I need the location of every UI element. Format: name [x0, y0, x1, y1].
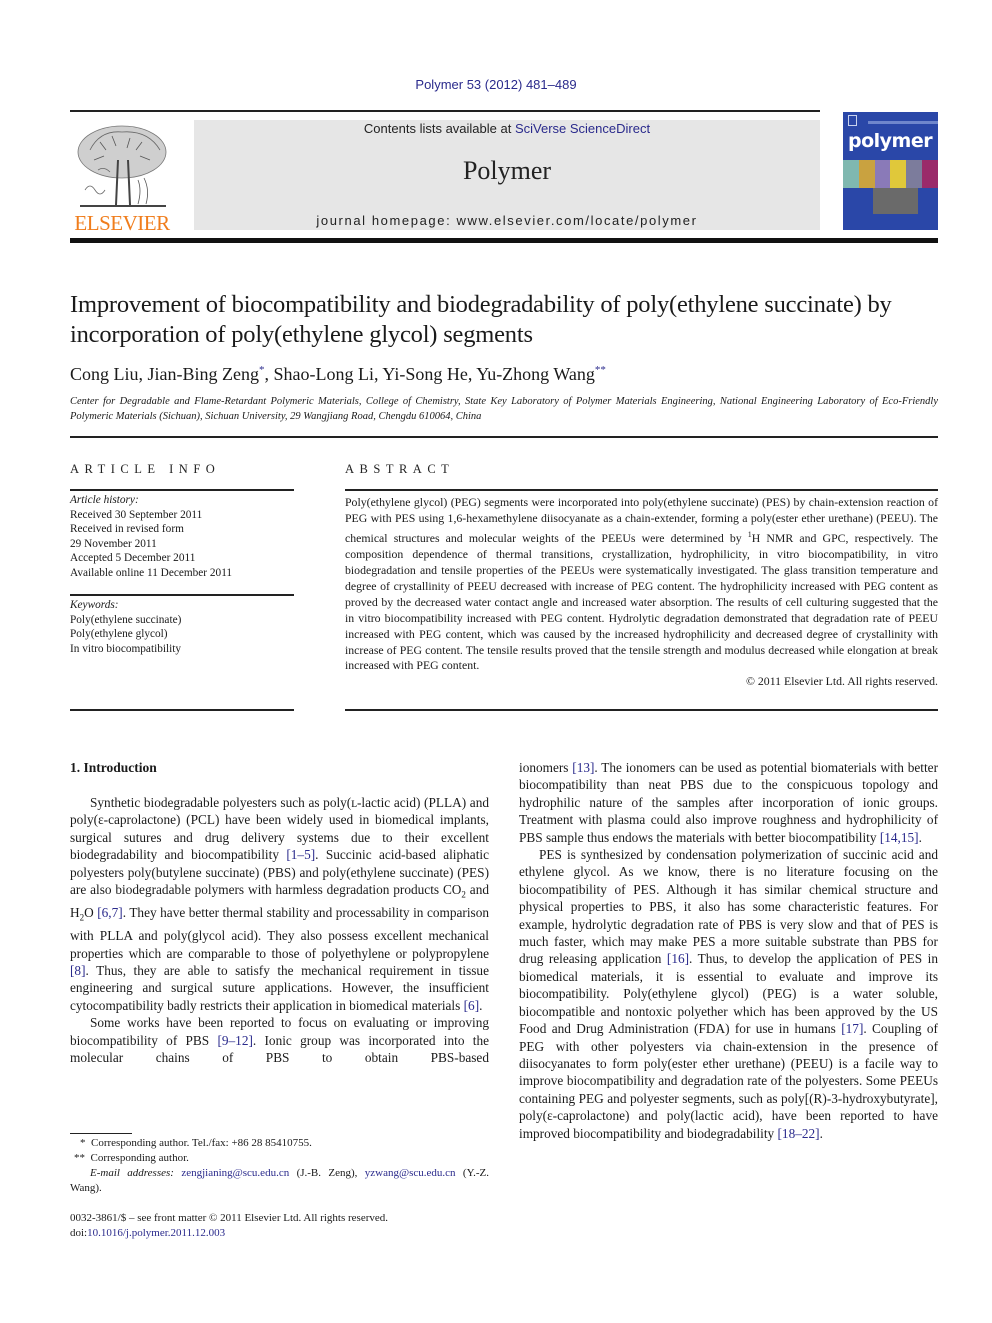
footnote-mark: *: [80, 1137, 86, 1149]
journal-citation[interactable]: Polymer 53 (2012) 481–489: [0, 77, 992, 92]
email-owner: (J.-B. Zeng),: [289, 1167, 365, 1179]
keywords: Keywords: Poly(ethylene succinate) Poly(…: [70, 598, 294, 656]
reference-link[interactable]: [16]: [667, 951, 689, 966]
keyword: Poly(ethylene glycol): [70, 628, 168, 640]
author[interactable]: Shao-Long Li: [274, 364, 375, 384]
footnote-rule: [70, 1133, 132, 1134]
cover-stripe: [868, 121, 938, 124]
email-line: E-mail addresses: zengjianing@scu.edu.cn…: [70, 1166, 489, 1196]
author-list: Cong Liu, Jian-Bing Zeng*, Shao-Long Li,…: [70, 364, 606, 384]
reference-link[interactable]: [9–12]: [217, 1033, 252, 1048]
history-item: Received 30 September 2011: [70, 508, 203, 521]
contents-line: Contents lists available at SciVerse Sci…: [194, 121, 820, 136]
corresponding-author-mark[interactable]: *: [259, 364, 265, 376]
corresponding-author-mark[interactable]: **: [595, 364, 606, 376]
author[interactable]: Yu-Zhong Wang: [476, 364, 595, 384]
body-column-right: ionomers [13]. The ionomers can be used …: [519, 759, 938, 1142]
journal-homepage[interactable]: journal homepage: www.elsevier.com/locat…: [194, 213, 820, 228]
article-info-rule: [70, 489, 294, 491]
footnote-text: Corresponding author. Tel./fax: +86 28 8…: [91, 1137, 312, 1149]
text: .: [479, 997, 483, 1013]
author[interactable]: Cong Liu: [70, 364, 139, 384]
history-item: 29 November 2011: [70, 537, 157, 550]
footnote-mark: **: [74, 1152, 85, 1164]
doi-line: doi:10.1016/j.polymer.2011.12.003: [70, 1226, 489, 1241]
abstract-heading: ABSTRACT: [345, 462, 455, 476]
email-link[interactable]: zengjianing@scu.edu.cn: [181, 1167, 289, 1179]
article-history: Article history: Received 30 September 2…: [70, 493, 294, 580]
cover-micrograph: [873, 188, 918, 214]
affiliation: Center for Degradable and Flame-Retardan…: [70, 396, 938, 422]
elsevier-wordmark: ELSEVIER: [74, 211, 170, 235]
journal-masthead: Contents lists available at SciVerse Sci…: [194, 120, 820, 230]
email-link[interactable]: yzwang@scu.edu.cn: [365, 1167, 456, 1179]
sciencedirect-link[interactable]: SciVerse ScienceDirect: [515, 121, 650, 136]
journal-cover[interactable]: polymer: [843, 112, 938, 230]
history-item: Received in revised form: [70, 523, 184, 535]
cover-image-strip: [843, 160, 938, 188]
section-rule: [70, 436, 938, 438]
text: . They have better thermal stability and…: [70, 905, 489, 961]
keyword: In vitro biocompatibility: [70, 642, 182, 655]
doi-link[interactable]: 10.1016/j.polymer.2011.12.003: [87, 1227, 225, 1239]
paragraph: Some works have been reported to focus o…: [70, 1014, 489, 1066]
reference-link[interactable]: [8]: [70, 963, 86, 978]
article-info-bottom-rule: [70, 709, 294, 711]
reference-link[interactable]: [13]: [572, 760, 594, 775]
reference-link[interactable]: [6,7]: [97, 905, 122, 920]
body-column-left: Synthetic biodegradable polyesters such …: [70, 794, 489, 1066]
header-bottom-rule: [70, 238, 938, 243]
author[interactable]: Jian-Bing Zeng: [148, 364, 259, 384]
cover-elsevier-icon: [848, 115, 857, 126]
abstract-rule: [345, 489, 938, 491]
footnote: ** Corresponding author.: [70, 1151, 489, 1166]
reference-link[interactable]: [14,15]: [880, 830, 919, 845]
section-heading-introduction: 1. Introduction: [70, 760, 157, 775]
footnotes: * Corresponding author. Tel./fax: +86 28…: [70, 1136, 489, 1196]
reference-link[interactable]: [6]: [464, 998, 480, 1013]
article-title: Improvement of biocompatibility and biod…: [70, 291, 892, 348]
contents-prefix: Contents lists available at: [363, 121, 515, 136]
text: . Coupling of PEG with other polyesters …: [519, 1021, 938, 1141]
abstract-copyright: © 2011 Elsevier Ltd. All rights reserved…: [746, 674, 938, 689]
email-label: E-mail addresses:: [90, 1167, 182, 1179]
article-info-heading: ARTICLE INFO: [70, 462, 221, 476]
text: . Thus, they are able to satisfy the mec…: [70, 962, 489, 1013]
reference-link[interactable]: [17]: [841, 1021, 863, 1036]
text: ionomers: [519, 760, 573, 775]
doi-label: doi:: [70, 1227, 88, 1239]
author[interactable]: Yi-Song He: [382, 364, 468, 384]
header-top-rule: [70, 110, 820, 112]
footnote: * Corresponding author. Tel./fax: +86 28…: [70, 1136, 489, 1151]
paragraph: Synthetic biodegradable polyesters such …: [70, 794, 489, 1014]
keywords-label: Keywords:: [70, 599, 119, 611]
footnote-text: Corresponding author.: [90, 1152, 189, 1164]
keyword: Poly(ethylene succinate): [70, 613, 182, 626]
history-item: Available online 11 December 2011: [70, 566, 233, 579]
reference-link[interactable]: [18–22]: [778, 1126, 820, 1141]
text: PES is synthesized by condensation polym…: [519, 847, 938, 967]
text: O: [84, 905, 98, 921]
elsevier-tree-icon: [77, 125, 167, 207]
reference-link[interactable]: [1–5]: [286, 847, 315, 862]
history-label: Article history:: [70, 494, 139, 506]
abstract-part: H NMR and GPC, respectively. The composi…: [345, 530, 938, 673]
front-matter-info: 0032-3861/$ – see front matter © 2011 El…: [70, 1211, 489, 1241]
abstract-text: Poly(ethylene glycol) (PEG) segments wer…: [345, 495, 938, 690]
paragraph-continued: ionomers [13]. The ionomers can be used …: [519, 759, 938, 846]
cover-title: polymer: [848, 130, 933, 152]
text: .: [918, 829, 922, 845]
paragraph: PES is synthesized by condensation polym…: [519, 846, 938, 1142]
keywords-rule: [70, 594, 294, 596]
text: .: [819, 1125, 823, 1141]
issn-line: 0032-3861/$ – see front matter © 2011 El…: [70, 1212, 389, 1224]
journal-title: Polymer: [462, 156, 552, 185]
history-item: Accepted 5 December 2011: [70, 552, 196, 564]
abstract-bottom-rule: [345, 709, 938, 711]
